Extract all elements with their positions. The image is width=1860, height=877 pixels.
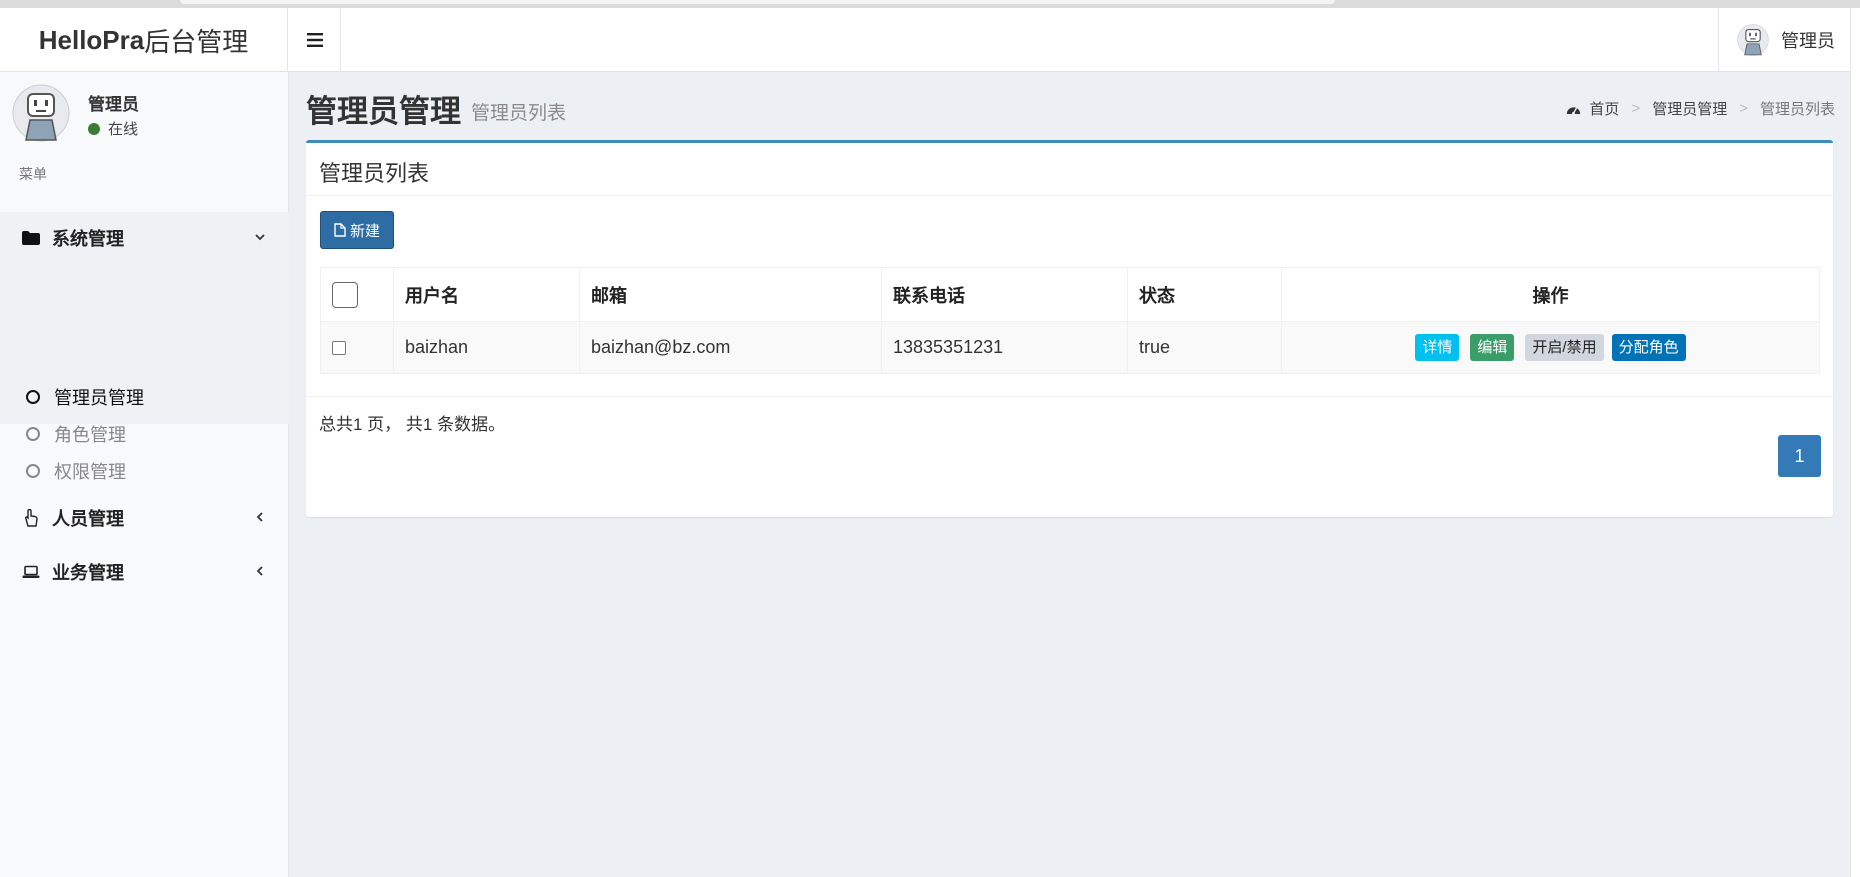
brand-logo[interactable]: HelloPra 后台管理 (0, 8, 288, 72)
brand-bold: HelloPra (38, 24, 145, 55)
divider (306, 396, 1833, 397)
admin-list-box: 管理员列表 新建 用户名 邮箱 联系电话 状态 操作 baizhan baizh… (306, 140, 1833, 517)
column-header[interactable]: 联系电话 (881, 267, 1128, 322)
online-dot-icon (88, 122, 100, 135)
circle-icon (26, 463, 40, 478)
breadcrumb-admin-manage-link[interactable]: 管理员管理 (1652, 98, 1727, 119)
assign-role-button[interactable]: 分配角色 (1611, 334, 1686, 361)
phone-cell: 13835351231 (881, 321, 1128, 374)
sidebar-item-personnel[interactable]: 人员管理 (0, 492, 289, 544)
column-header[interactable]: 状态 (1127, 267, 1282, 322)
sidebar-item-label: 权限管理 (54, 461, 126, 482)
scrollbar-track[interactable] (1850, 8, 1860, 877)
admin-table: 用户名 邮箱 联系电话 状态 操作 baizhan baizhan@bz.com… (320, 267, 1820, 374)
status-cell: true (1127, 321, 1282, 374)
breadcrumb-separator: > (1739, 100, 1748, 117)
detail-button[interactable]: 详情 (1415, 334, 1460, 361)
table-row: baizhan baizhan@bz.com 13835351231 true … (320, 321, 1820, 374)
page-subtitle: 管理员列表 (471, 103, 567, 124)
header-user-name: 管理员 (1781, 31, 1835, 51)
column-header: 操作 (1281, 267, 1820, 322)
user-menu[interactable]: 管理员 (1718, 8, 1850, 72)
sidebar: 管理员 在线 菜单 首页 系统管理 管理员管理 角色管理 权限管理 人 (0, 72, 289, 877)
sidebar-item-label: 业务管理 (52, 563, 124, 583)
circle-icon (26, 426, 40, 441)
breadcrumb-separator: > (1631, 100, 1641, 117)
dashboard-icon (1567, 106, 1581, 114)
sidebar-item-permission-manage[interactable]: 权限管理 (0, 452, 289, 489)
folder-icon (22, 229, 40, 247)
sidebar-item-label: 系统管理 (52, 229, 124, 249)
page-button-1[interactable]: 1 (1778, 435, 1821, 477)
email-cell: baizhan@bz.com (579, 321, 882, 374)
circle-icon (26, 389, 40, 404)
menu-header: 菜单 (19, 166, 47, 182)
chevron-left-icon (256, 512, 263, 522)
sidebar-item-label: 角色管理 (54, 424, 126, 445)
top-header: HelloPra 后台管理 管理员 (0, 8, 1850, 72)
avatar (12, 84, 70, 142)
sidebar-item-system[interactable]: 系统管理 (0, 212, 289, 264)
hamburger-icon (306, 33, 323, 47)
hand-pointer-icon (22, 509, 40, 527)
sidebar-item-business[interactable]: 业务管理 (0, 546, 289, 598)
edit-button[interactable]: 编辑 (1470, 334, 1515, 361)
browser-tab-strip (180, 0, 1335, 4)
online-status: 在线 (88, 118, 138, 139)
browser-top-strip (0, 0, 1860, 8)
new-button-label: 新建 (349, 222, 380, 240)
new-button[interactable]: 新建 (320, 211, 394, 249)
divider (306, 195, 1833, 196)
column-header[interactable]: 用户名 (393, 267, 580, 322)
sidebar-item-admin-manage[interactable]: 管理员管理 (0, 378, 289, 415)
file-icon (334, 223, 346, 237)
sidebar-user-name: 管理员 (88, 95, 139, 114)
select-all-checkbox[interactable] (332, 281, 358, 308)
select-all-cell (320, 267, 394, 322)
pagination-summary: 总共1 页， 共1 条数据。 (319, 415, 506, 434)
breadcrumb-home-link[interactable]: 首页 (1589, 98, 1619, 119)
toggle-enable-button[interactable]: 开启/禁用 (1525, 334, 1604, 361)
sidebar-item-label: 人员管理 (52, 509, 124, 529)
chevron-left-icon (256, 566, 263, 576)
user-panel: 管理员 在线 (12, 84, 282, 144)
avatar (1737, 24, 1769, 56)
row-checkbox[interactable] (332, 341, 346, 356)
page-title: 管理员管理 (306, 94, 461, 129)
online-status-label: 在线 (108, 121, 139, 138)
actions-cell: 详情 编辑 开启/禁用 分配角色 (1281, 321, 1820, 374)
breadcrumb-current: 管理员列表 (1759, 101, 1835, 118)
sidebar-toggle-button[interactable] (289, 8, 341, 72)
brand-rest: 后台管理 (144, 26, 249, 57)
sidebar-item-role-manage[interactable]: 角色管理 (0, 415, 289, 452)
laptop-icon (22, 563, 40, 581)
box-title: 管理员列表 (319, 161, 430, 186)
sidebar-item-label: 管理员管理 (54, 387, 144, 408)
chevron-down-icon (255, 234, 265, 241)
breadcrumb: 首页 > 管理员管理 > 管理员列表 (1566, 98, 1835, 119)
username-cell: baizhan (393, 321, 580, 374)
column-header[interactable]: 邮箱 (579, 267, 882, 322)
row-select-cell (320, 321, 394, 374)
table-header-row: 用户名 邮箱 联系电话 状态 操作 (320, 267, 1820, 322)
